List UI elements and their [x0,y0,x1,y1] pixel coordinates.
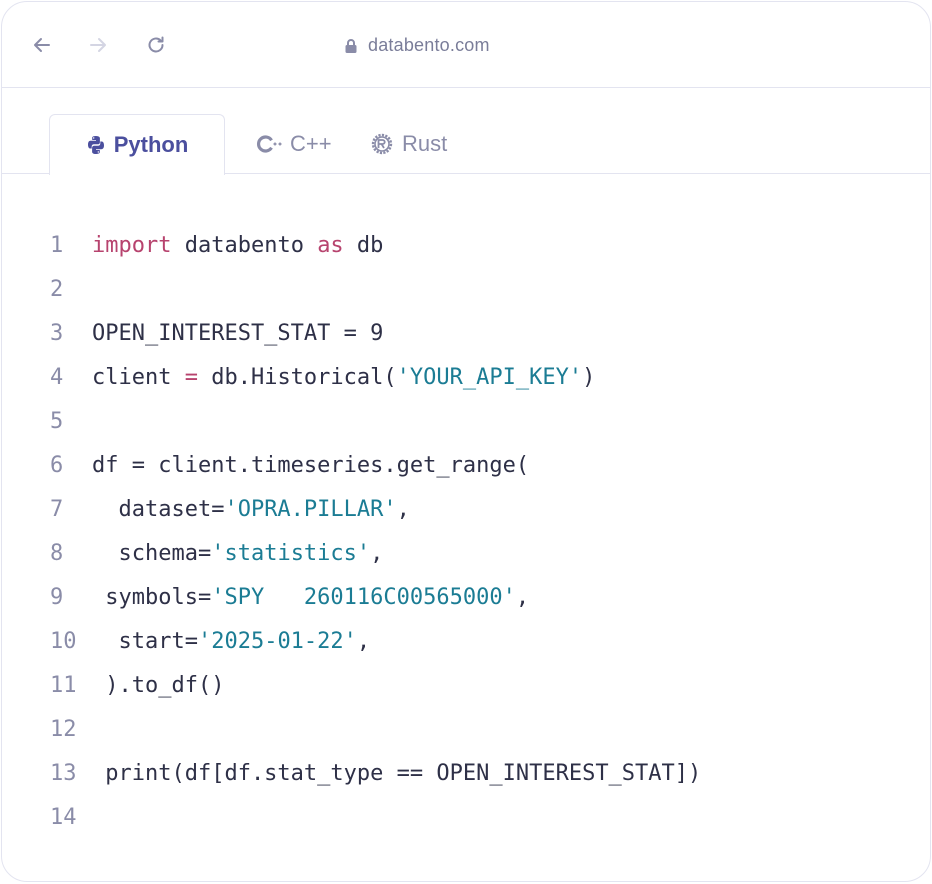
code-string: 'statistics' [211,541,371,566]
code-token: db.Historical( [197,365,397,390]
code-keyword: as [317,233,344,258]
code-text: start='2025-01-22', [92,620,370,664]
code-token: dataset= [92,497,225,522]
code-line: 3 OPEN_INTEREST_STAT = 9 [2,312,930,356]
code-line: 6 df = client.timeseries.get_range( [2,444,930,488]
line-number: 7 [50,497,64,522]
cpp-icon [257,135,282,153]
code-line: 10 start='2025-01-22', [2,620,930,664]
line-number: 4 [50,365,64,390]
code-token: ) [582,365,596,390]
line-number: 14 [50,805,77,830]
code-token: df = client.timeseries.get_range( [92,453,530,478]
tab-python[interactable]: Python [49,114,225,175]
reload-button[interactable] [144,33,168,57]
tab-cpp-label: C++ [290,131,332,156]
code-line: 2 [2,268,930,312]
code-token: databento [171,233,318,258]
line-number: 2 [50,277,64,302]
arrow-left-icon [34,38,50,52]
code-token: , [515,585,530,610]
line-number: 10 [50,629,77,654]
code-keyword: = [184,365,198,390]
code-text: print(df[df.stat_type == OPEN_INTEREST_S… [92,752,701,796]
code-line: 7 dataset='OPRA.PILLAR', [2,488,930,532]
code-token: client [92,365,185,390]
code-text: OPEN_INTEREST_STAT = 9 [92,312,383,356]
line-number: 6 [50,453,64,478]
language-tabs: Python C++ Rust [2,88,930,175]
code-line: 8 schema='statistics', [2,532,930,576]
code-token: print(df[df.stat_type == OPEN_INTEREST_S… [92,761,702,786]
rust-icon [371,133,393,155]
code-line: 4 client = db.Historical('YOUR_API_KEY') [2,356,930,400]
tab-rust[interactable]: Rust [370,114,447,174]
code-token: , [396,497,410,522]
code-token: schema= [92,541,212,566]
code-text: client = db.Historical('YOUR_API_KEY') [92,356,595,400]
line-number: 11 [50,673,77,698]
browser-toolbar: databento.com [2,2,930,88]
line-number: 9 [50,585,64,610]
browser-window: databento.com Python C++ Rust 1 import d… [1,1,931,882]
code-token: , [356,629,371,654]
lock-icon [345,38,357,53]
code-string: 'OPRA.PILLAR' [224,497,397,522]
line-number: 13 [50,761,77,786]
code-line: 11 ).to_df() [2,664,930,708]
python-icon [87,136,104,154]
code-token: , [370,541,384,566]
line-number: 8 [50,541,64,566]
forward-button[interactable] [86,33,110,57]
code-token: ).to_df() [92,673,225,698]
code-string: '2025-01-22' [197,629,357,654]
code-line: 1 import databento as db [2,224,930,268]
code-line: 9 symbols='SPY 260116C00565000', [2,576,930,620]
code-text: dataset='OPRA.PILLAR', [92,488,410,532]
line-number: 1 [50,233,64,258]
line-number: 5 [50,409,64,434]
code-token: OPEN_INTEREST_STAT = 9 [92,321,384,346]
line-number: 3 [50,321,64,346]
tab-rust-label: Rust [402,131,448,156]
reload-icon [148,36,164,53]
back-button[interactable] [30,33,54,57]
code-text: schema='statistics', [92,532,383,576]
code-text: df = client.timeseries.get_range( [92,444,529,488]
code-line: 13 print(df[df.stat_type == OPEN_INTERES… [2,752,930,796]
code-line: 5 [2,400,930,444]
code-token: symbols= [92,585,212,610]
code-editor: 1 import databento as db 2 3 OPEN_INTEREST_S… [2,224,930,840]
tab-cpp[interactable]: C++ [256,114,332,174]
url-text: databento.com [368,35,490,55]
tab-python-label: Python [113,132,189,157]
code-line: 12 [2,708,930,752]
code-token: start= [92,629,198,654]
line-number: 12 [50,717,77,742]
code-text: symbols='SPY 260116C00565000', [92,576,529,620]
code-keyword: import [92,233,172,258]
code-text: ).to_df() [92,664,224,708]
code-string: 'YOUR_API_KEY' [396,365,583,390]
code-line: 14 [2,796,930,840]
code-token: db [343,233,384,258]
code-text: import databento as db [92,224,383,268]
address-bar[interactable]: databento.com [344,35,490,56]
arrow-right-icon [90,38,106,52]
code-string: 'SPY 260116C00565000' [211,585,516,610]
